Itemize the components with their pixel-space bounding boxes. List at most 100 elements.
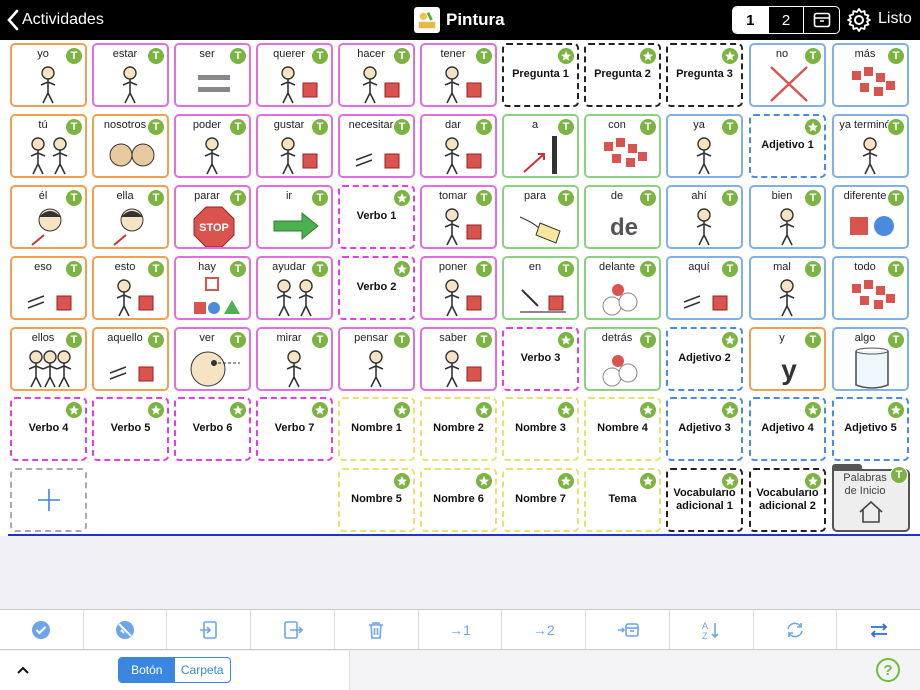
- folder-verbo-1[interactable]: Verbo 1: [338, 185, 415, 249]
- export-button[interactable]: [251, 610, 335, 649]
- folder-vocabulario-adicional-1[interactable]: Vocabulario adicional 1: [666, 468, 743, 532]
- done-button[interactable]: Listo: [878, 10, 912, 28]
- symbol-button-mal[interactable]: mal T: [749, 256, 826, 320]
- folder-adjetivo-2[interactable]: Adjetivo 2: [666, 327, 743, 391]
- symbol-button-ellos[interactable]: ellos T: [10, 327, 87, 391]
- symbol-button-con[interactable]: con T: [584, 114, 661, 178]
- folder-pregunta-2[interactable]: Pregunta 2: [584, 43, 661, 107]
- folder-verbo-3[interactable]: Verbo 3: [502, 327, 579, 391]
- symbol-button-aqui[interactable]: aquí T: [666, 256, 743, 320]
- folder-nombre-3[interactable]: Nombre 3: [502, 397, 579, 461]
- page-1-tab[interactable]: 1: [733, 7, 769, 33]
- folder-verbo-4[interactable]: Verbo 4: [10, 397, 87, 461]
- symbol-button-eso[interactable]: eso T: [10, 256, 87, 320]
- sort-button[interactable]: AZ: [670, 610, 754, 649]
- symbol-button-gustar[interactable]: gustar T: [256, 114, 333, 178]
- symbol-button-nosotros[interactable]: nosotros T: [92, 114, 169, 178]
- symbol-button-ya[interactable]: ya T: [666, 114, 743, 178]
- symbol-button-tener[interactable]: tener T: [420, 43, 497, 107]
- symbol-button-tu[interactable]: tú T: [10, 114, 87, 178]
- folder-verbo-2[interactable]: Verbo 2: [338, 256, 415, 320]
- symbol-button-ella[interactable]: ella T: [92, 185, 169, 249]
- gear-icon[interactable]: [846, 7, 872, 33]
- symbol-button-detras[interactable]: detrás T: [584, 327, 661, 391]
- symbol-button-ahi[interactable]: ahí T: [666, 185, 743, 249]
- swap-button[interactable]: [837, 610, 920, 649]
- folder-nombre-2[interactable]: Nombre 2: [420, 397, 497, 461]
- symbol-button-bien[interactable]: bien T: [749, 185, 826, 249]
- symbol-button-ayudar[interactable]: ayudar T: [256, 256, 333, 320]
- folder-tema[interactable]: Tema: [584, 468, 661, 532]
- symbol-button-y[interactable]: yyT: [749, 327, 826, 391]
- symbol-button-estar[interactable]: estar T: [92, 43, 169, 107]
- folder-verbo-7[interactable]: Verbo 7: [256, 397, 333, 461]
- help-button[interactable]: ?: [876, 658, 900, 682]
- symbol-button-esto[interactable]: esto T: [92, 256, 169, 320]
- symbol-button-aquello[interactable]: aquello T: [92, 327, 169, 391]
- symbol-button-hay[interactable]: hay T: [174, 256, 251, 320]
- folder-adjetivo-1[interactable]: Adjetivo 1: [749, 114, 826, 178]
- select-all-button[interactable]: [0, 610, 84, 649]
- folder-nombre-4[interactable]: Nombre 4: [584, 397, 661, 461]
- symbol-button-parar[interactable]: parar STOP T: [174, 185, 251, 249]
- symbol-button-querer[interactable]: querer T: [256, 43, 333, 107]
- symbol-button-mirar[interactable]: mirar T: [256, 327, 333, 391]
- symbol-label: saber: [439, 332, 467, 344]
- text-badge-icon: T: [229, 260, 247, 278]
- symbol-button-en[interactable]: en T: [502, 256, 579, 320]
- symbol-button-diferente[interactable]: diferente T: [832, 185, 909, 249]
- symbol-button-no[interactable]: no T: [749, 43, 826, 107]
- folder-adjetivo-4[interactable]: Adjetivo 4: [749, 397, 826, 461]
- symbol-button-a[interactable]: aT: [502, 114, 579, 178]
- folder-view-tab[interactable]: [804, 7, 839, 33]
- symbol-button-delante[interactable]: delante T: [584, 256, 661, 320]
- refresh-button[interactable]: [754, 610, 838, 649]
- delete-button[interactable]: [335, 610, 419, 649]
- symbol-button-dar[interactable]: dar T: [420, 114, 497, 178]
- back-button[interactable]: Actividades: [6, 8, 104, 32]
- symbol-button-yo[interactable]: yo T: [10, 43, 87, 107]
- symbol-button-poner[interactable]: poner T: [420, 256, 497, 320]
- symbol-button-para[interactable]: para T: [502, 185, 579, 249]
- chevron-up-icon[interactable]: [14, 663, 32, 677]
- folder-nombre-7[interactable]: Nombre 7: [502, 468, 579, 532]
- folder-vocabulario-adicional-2[interactable]: Vocabulario adicional 2: [749, 468, 826, 532]
- folder-type-tab[interactable]: Carpeta: [175, 658, 231, 682]
- symbol-button-ir[interactable]: ir T: [256, 185, 333, 249]
- text-badge-icon: T: [639, 260, 657, 278]
- page-2-tab[interactable]: 2: [769, 7, 805, 33]
- symbol-button-de[interactable]: de de T: [584, 185, 661, 249]
- import-button[interactable]: [167, 610, 252, 649]
- symbol-button-hacer[interactable]: hacer T: [338, 43, 415, 107]
- symbol-button-algo[interactable]: algo T: [832, 327, 909, 391]
- add-button[interactable]: [10, 468, 87, 532]
- symbol-button-ver[interactable]: ver T: [174, 327, 251, 391]
- folder-adjetivo-5[interactable]: Adjetivo 5: [832, 397, 909, 461]
- symbol-button-ser[interactable]: ser T: [174, 43, 251, 107]
- folder-verbo-6[interactable]: Verbo 6: [174, 397, 251, 461]
- move-to-folder-button[interactable]: [586, 610, 670, 649]
- button-type-tab[interactable]: Botón: [119, 658, 175, 682]
- folder-nombre-6[interactable]: Nombre 6: [420, 468, 497, 532]
- symbol-button-ya-termino[interactable]: ya terminó T: [832, 114, 909, 178]
- symbol-button-pensar[interactable]: pensar T: [338, 327, 415, 391]
- move-to-page-1-button[interactable]: →1: [419, 610, 503, 649]
- folder-nombre-1[interactable]: Nombre 1: [338, 397, 415, 461]
- deselect-button[interactable]: [84, 610, 168, 649]
- symbol-button-mas[interactable]: más T: [832, 43, 909, 107]
- folder-verbo-5[interactable]: Verbo 5: [92, 397, 169, 461]
- folder-pregunta-1[interactable]: Pregunta 1: [502, 43, 579, 107]
- person-square-pictogram: [444, 66, 482, 104]
- symbol-button-todo[interactable]: todo T: [832, 256, 909, 320]
- folder-nombre-5[interactable]: Nombre 5: [338, 468, 415, 532]
- symbol-button-poder[interactable]: poder T: [174, 114, 251, 178]
- home-words-folder[interactable]: Palabras de Inicio T: [832, 464, 910, 532]
- symbol-button-necesitar[interactable]: necesitar T: [338, 114, 415, 178]
- symbol-button-tomar[interactable]: tomar T: [420, 185, 497, 249]
- symbol-button-saber[interactable]: saber T: [420, 327, 497, 391]
- folder-pregunta-3[interactable]: Pregunta 3: [666, 43, 743, 107]
- move-to-page-2-button[interactable]: →2: [502, 610, 587, 649]
- chevron-left-icon: [7, 9, 19, 31]
- folder-adjetivo-3[interactable]: Adjetivo 3: [666, 397, 743, 461]
- symbol-button-el[interactable]: él T: [10, 185, 87, 249]
